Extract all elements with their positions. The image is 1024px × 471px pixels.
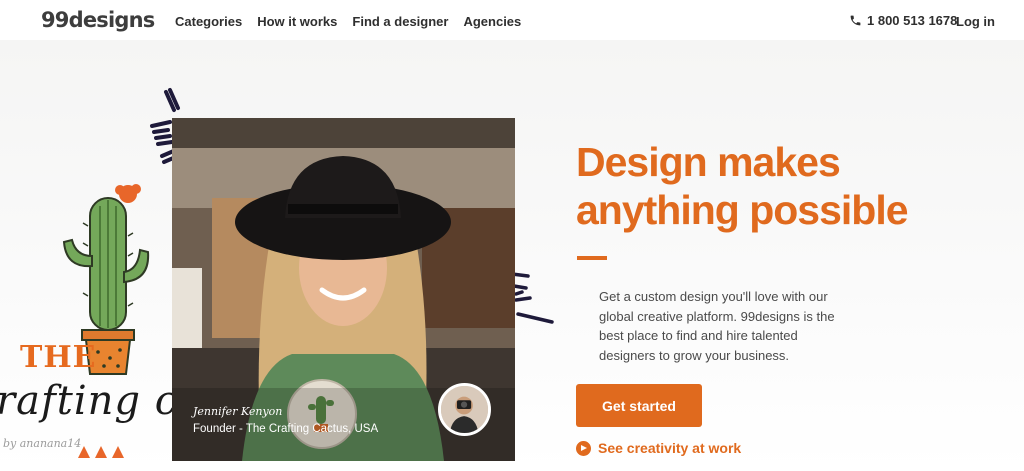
phone-contact[interactable]: 1 800 513 1678 xyxy=(849,13,957,28)
site-header: 99designs Categories How it works Find a… xyxy=(0,0,1024,44)
see-creativity-label: See creativity at work xyxy=(598,440,742,456)
designer-name: Jennifer Kenyon xyxy=(193,405,283,418)
brand-word-the: THE xyxy=(20,340,97,375)
nav-how-it-works[interactable]: How it works xyxy=(257,14,337,29)
scribble-decoration-right xyxy=(510,272,554,324)
login-link[interactable]: Log in xyxy=(956,14,995,29)
get-started-button[interactable]: Get started xyxy=(576,384,702,427)
designer-photo-card: Jennifer Kenyon Founder - The Crafting C… xyxy=(172,118,515,461)
headline-divider xyxy=(577,256,607,260)
logo[interactable]: 99designs xyxy=(41,8,155,32)
see-creativity-link[interactable]: See creativity at work xyxy=(576,440,741,456)
hero-description: Get a custom design you'll love with our… xyxy=(599,289,835,363)
main-nav: Categories How it works Find a designer … xyxy=(175,14,521,29)
phone-icon xyxy=(850,15,861,26)
nav-agencies[interactable]: Agencies xyxy=(463,14,521,29)
play-icon xyxy=(576,440,591,456)
triangle-decoration xyxy=(78,446,124,458)
designer-avatar xyxy=(438,383,491,436)
avatar-image xyxy=(441,386,488,433)
hero-headline: Design makes anything possible xyxy=(576,139,909,233)
designer-role: Founder - The Crafting Cactus, USA xyxy=(193,423,379,435)
nav-categories[interactable]: Categories xyxy=(175,14,242,29)
nav-find-designer[interactable]: Find a designer xyxy=(352,14,448,29)
phone-number: 1 800 513 1678 xyxy=(867,13,958,28)
illustration-byline: by ananana14 xyxy=(3,437,82,450)
